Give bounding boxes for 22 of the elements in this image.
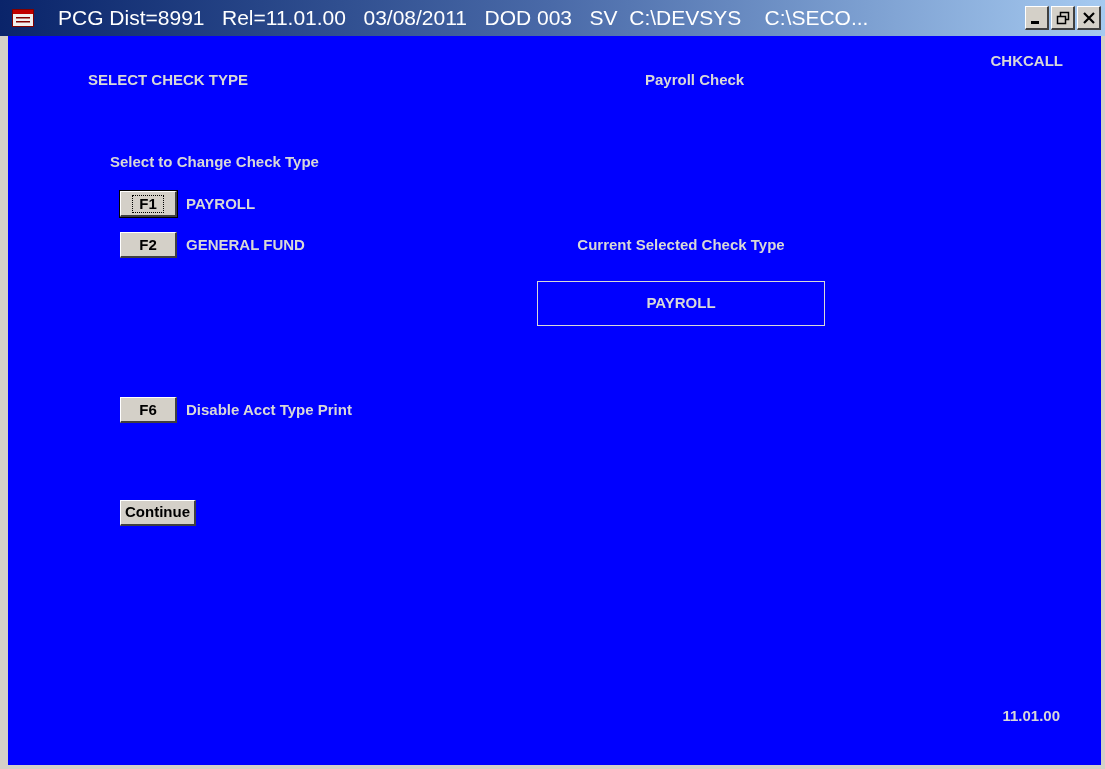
section-label: Select to Change Check Type xyxy=(110,153,320,171)
version-label: 11.01.00 xyxy=(1002,705,1060,726)
window-title: PCG Dist=8991 Rel=11.01.00 03/08/2011 DOD 003 SV C:\DEVSYS C:\SECO... xyxy=(58,5,870,32)
option-label: Disable Acct Type Print xyxy=(186,399,352,420)
minimize-icon xyxy=(1031,21,1039,24)
function-key-button[interactable]: F6 xyxy=(120,397,177,423)
restore-button[interactable] xyxy=(1051,6,1075,30)
function-key-button[interactable]: F2 xyxy=(120,232,177,258)
option-label: GENERAL FUND xyxy=(186,234,305,255)
function-key-button[interactable]: F1 xyxy=(120,191,177,217)
minimize-button[interactable] xyxy=(1025,6,1049,30)
option-label: PAYROLL xyxy=(186,193,256,214)
current-type-label: Current Selected Check Type xyxy=(577,236,785,254)
screen-heading: SELECT CHECK TYPE xyxy=(88,71,250,89)
restore-icon xyxy=(1055,10,1070,25)
current-type-display: PAYROLL xyxy=(537,281,825,326)
close-icon xyxy=(1081,10,1096,25)
screen-code: CHKCALL xyxy=(990,52,1063,70)
screen-subheading: Payroll Check xyxy=(645,71,745,89)
continue-button[interactable]: Continue xyxy=(120,500,196,526)
app-icon xyxy=(12,9,34,27)
close-button[interactable] xyxy=(1077,6,1101,30)
